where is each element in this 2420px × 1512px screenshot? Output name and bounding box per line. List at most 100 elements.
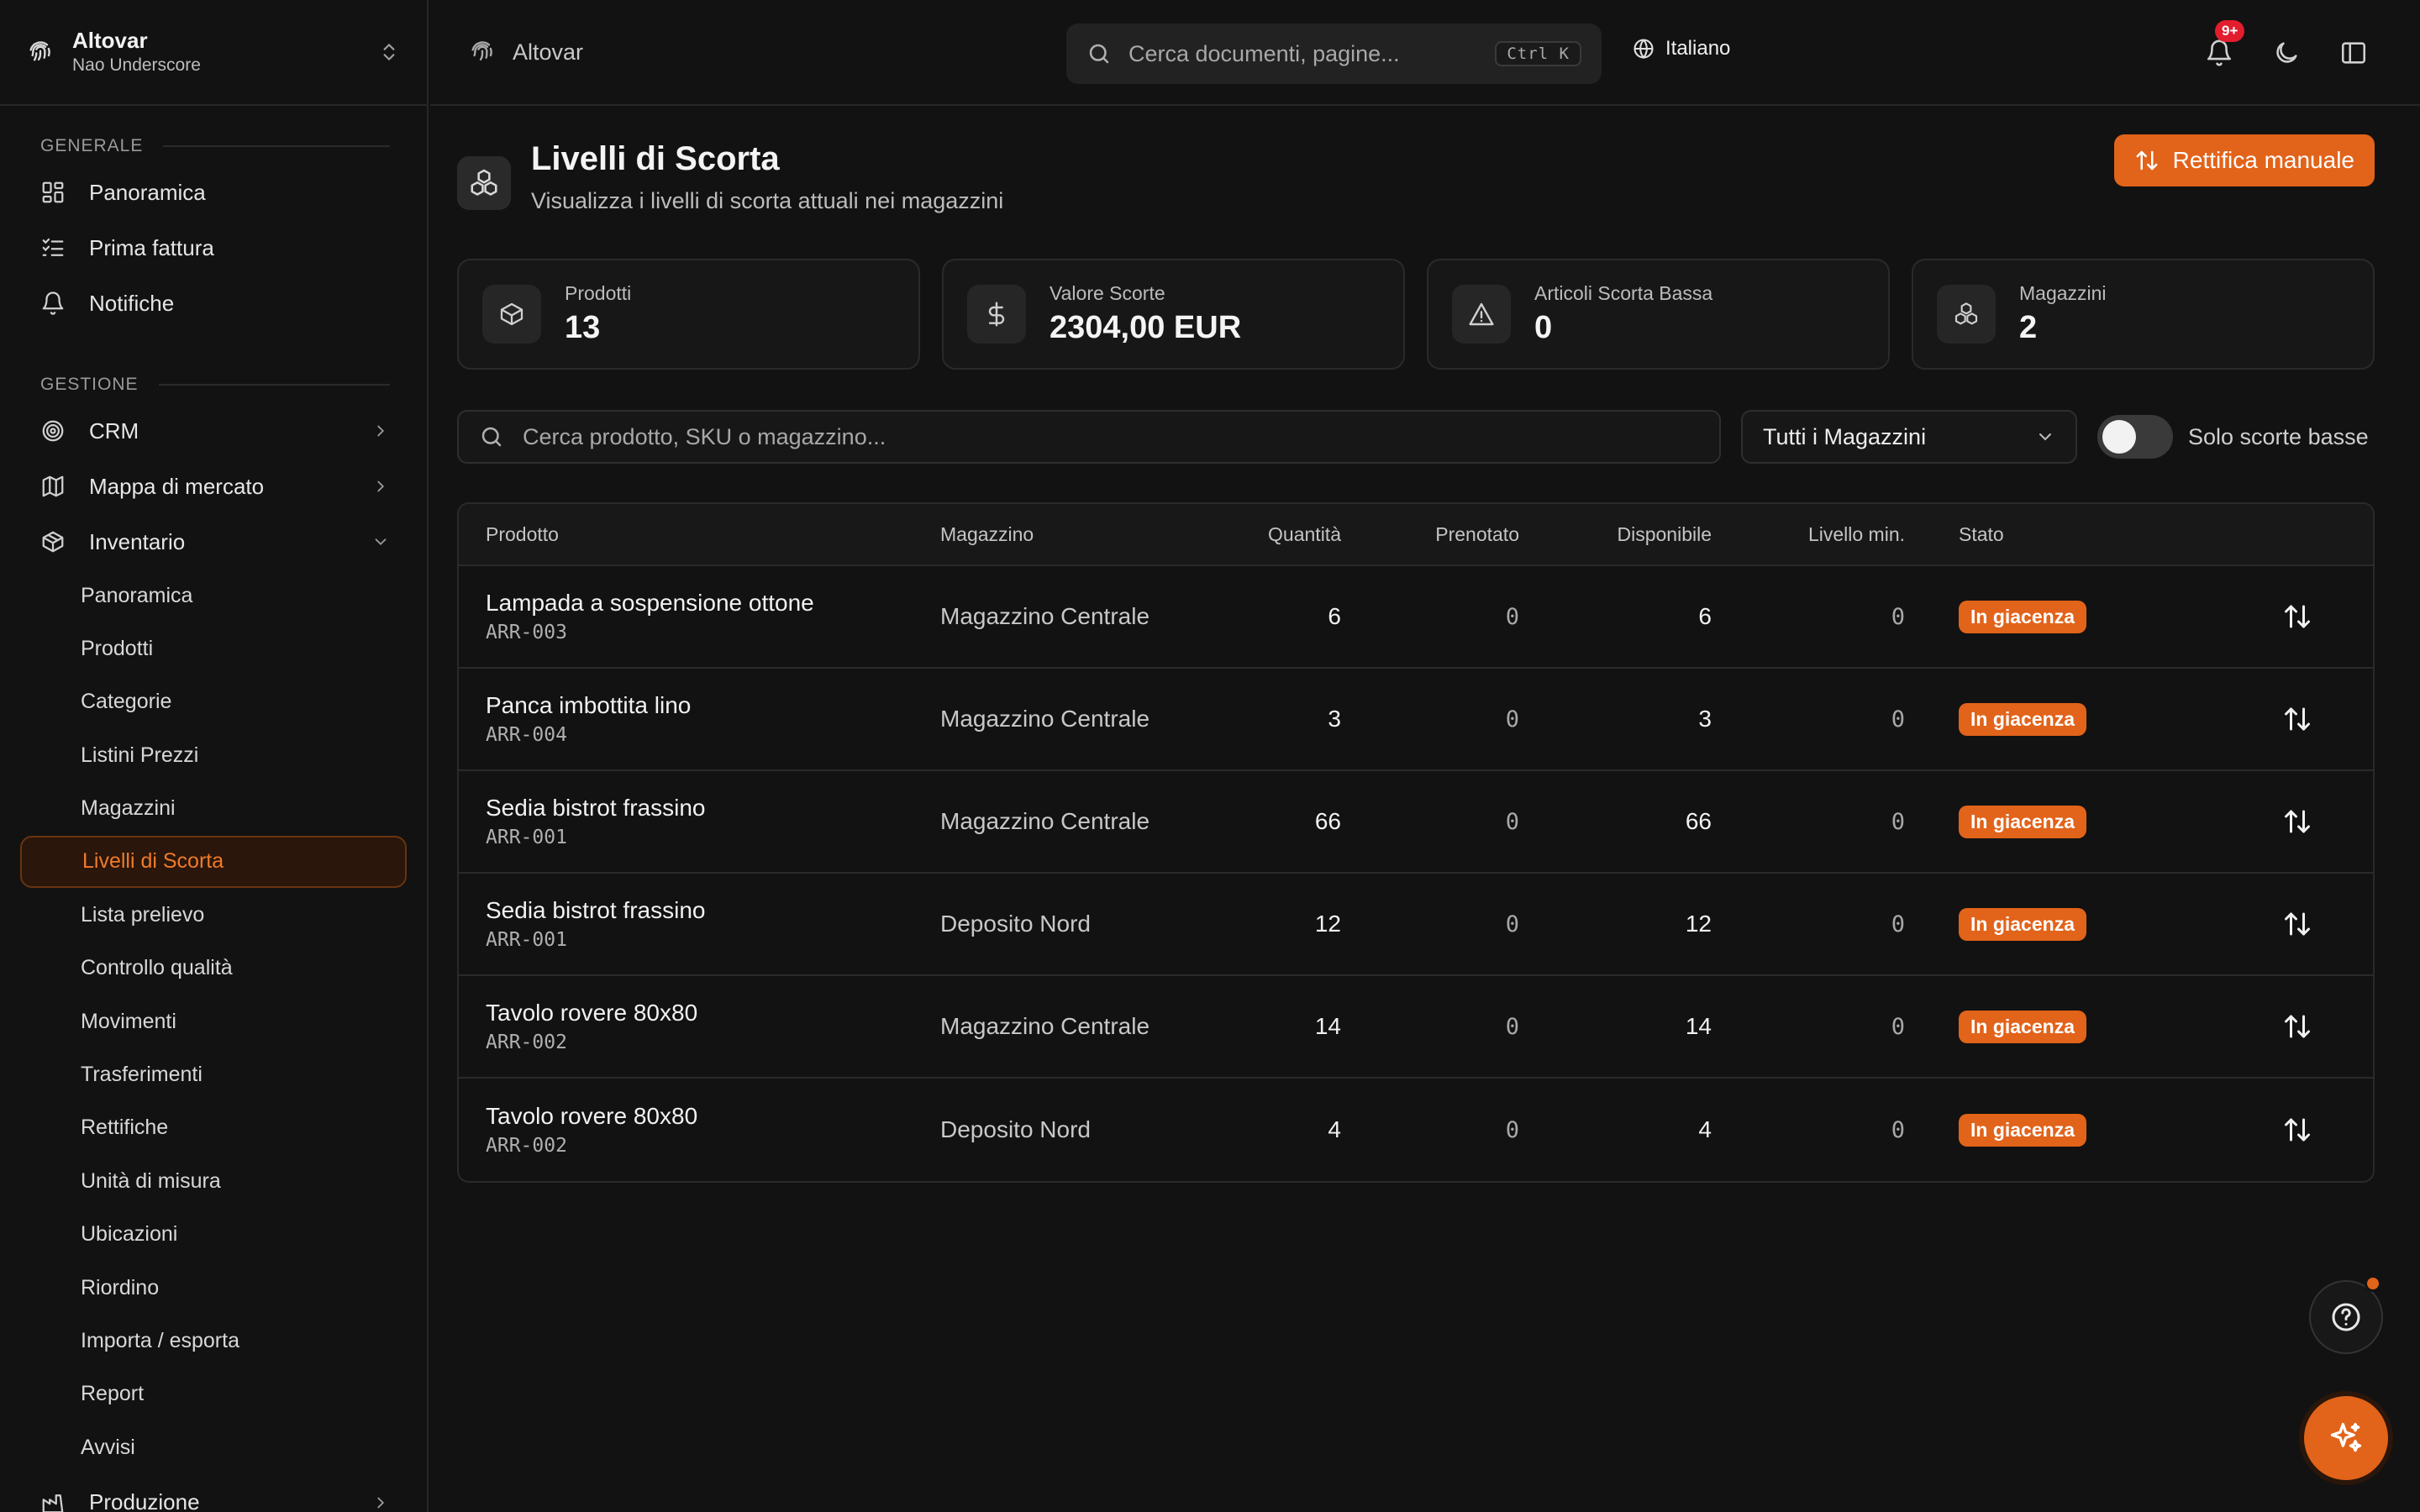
quantity: 14 <box>1314 1013 1341 1039</box>
moon-icon[interactable] <box>2272 39 2301 67</box>
notifications-bell-icon[interactable] <box>2205 39 2233 67</box>
sidebar-item-inventario[interactable]: Inventario <box>20 514 407 570</box>
available: 6 <box>1698 603 1712 629</box>
column-header-magazzino[interactable]: Magazzino <box>940 523 1226 546</box>
adjust-stock-icon[interactable] <box>2282 1115 2312 1145</box>
quantity: 3 <box>1328 706 1341 732</box>
warning-icon <box>1469 302 1494 326</box>
quantity: 6 <box>1328 603 1341 629</box>
column-header-quantita[interactable]: Quantità <box>1226 523 1341 546</box>
stats-row: Prodotti 13 Valore Scorte 2304,00 EUR Arti… <box>457 259 2375 370</box>
manual-adjustment-button[interactable]: Rettifica manuale <box>2113 134 2375 186</box>
arrows-up-down-icon <box>2136 150 2158 171</box>
package-icon <box>500 302 523 326</box>
sidebar-subitem-importa-esporta[interactable]: Importa / esporta <box>20 1315 407 1367</box>
page-header: Livelli di Scorta Visualizza i livelli d… <box>457 136 1003 214</box>
chevron-right-icon <box>377 425 385 437</box>
available: 3 <box>1698 706 1712 732</box>
stat-card-warehouses: Magazzini 2 <box>1912 259 2375 370</box>
product-name: Panca imbottita lino <box>486 692 692 718</box>
ai-assistant-button[interactable] <box>2304 1396 2388 1480</box>
quantity: 12 <box>1314 911 1341 937</box>
sidebar-item-prima-fattura[interactable]: Prima fattura <box>20 220 407 276</box>
table-row[interactable]: Lampada a sospensione ottone ARR-003 Maga… <box>459 566 2373 669</box>
warehouse-name: Magazzino Centrale <box>940 706 1150 732</box>
reserved: 0 <box>1505 808 1519 835</box>
product-sku: ARR-001 <box>486 929 567 951</box>
stock-search-input[interactable]: Cerca prodotto, SKU o magazzino... <box>457 410 1721 464</box>
sidebar-item-produzione[interactable]: Produzione <box>20 1475 407 1512</box>
column-header-livello-min[interactable]: Livello min. <box>1712 523 1905 546</box>
sidebar-subitem-report[interactable]: Report <box>20 1368 407 1420</box>
sidebar-subitem-trasferimenti[interactable]: Trasferimenti <box>20 1049 407 1101</box>
warehouse-name: Magazzino Centrale <box>940 1013 1150 1039</box>
sidebar-item-label: Inventario <box>89 528 186 554</box>
sidebar-subitem-listini-prezzi[interactable]: Listini Prezzi <box>20 729 407 781</box>
warehouse-name: Magazzino Centrale <box>940 808 1150 834</box>
sidebar-item-label: Produzione <box>89 1489 200 1512</box>
sidebar-subitem-magazzini[interactable]: Magazzini <box>20 783 407 835</box>
section-title: GESTIONE <box>40 375 139 394</box>
adjust-stock-icon[interactable] <box>2282 601 2312 632</box>
table-row[interactable]: Tavolo rovere 80x80 ARR-002 Deposito Nord… <box>459 1079 2373 1181</box>
table-row[interactable]: Sedia bistrot frassino ARR-001 Deposito N… <box>459 874 2373 976</box>
sidebar-subitem-unita-di-misura[interactable]: Unità di misura <box>20 1155 407 1207</box>
sidebar-subitem-livelli-di-scorta[interactable]: Livelli di Scorta <box>20 835 407 888</box>
column-header-prenotato[interactable]: Prenotato <box>1341 523 1519 546</box>
breadcrumb[interactable]: Altovar <box>513 39 583 66</box>
sidebar-item-mappa-di-mercato[interactable]: Mappa di mercato <box>20 459 407 514</box>
adjust-stock-icon[interactable] <box>2282 909 2312 939</box>
sidebar-subitem-avvisi[interactable]: Avvisi <box>20 1421 407 1473</box>
sidebar-subitem-riordino[interactable]: Riordino <box>20 1262 407 1314</box>
product-sku: ARR-001 <box>486 827 567 848</box>
sidebar-subitem-controllo-qualita[interactable]: Controllo qualità <box>20 942 407 995</box>
sidebar-item-label: Notifiche <box>89 290 175 316</box>
help-indicator-dot <box>2365 1275 2381 1292</box>
column-header-disponibile[interactable]: Disponibile <box>1519 523 1712 546</box>
workspace-name: Altovar <box>72 28 148 53</box>
column-header-prodotto[interactable]: Prodotto <box>459 523 940 546</box>
manual-adjustment-label: Rettifica manuale <box>2172 147 2354 173</box>
sidebar-item-panoramica[interactable]: Panoramica <box>20 165 407 220</box>
sidebar-item-crm[interactable]: CRM <box>20 403 407 459</box>
warehouse-select[interactable]: Tutti i Magazzini <box>1741 410 2077 464</box>
chevron-right-icon <box>377 480 385 492</box>
sidebar-subitem-ubicazioni[interactable]: Ubicazioni <box>20 1209 407 1261</box>
sidebar-subitem-panoramica[interactable]: Panoramica <box>20 570 407 622</box>
section-generale: GENERALE <box>20 128 407 165</box>
sidebar-subitem-movimenti[interactable]: Movimenti <box>20 995 407 1047</box>
stat-label: Valore Scorte <box>1050 282 1165 304</box>
stat-value: 2 <box>2019 310 2038 345</box>
sidebar-subitem-lista-prelievo[interactable]: Lista prelievo <box>20 889 407 941</box>
product-name: Tavolo rovere 80x80 <box>486 1000 698 1026</box>
sidebar-item-notifiche[interactable]: Notifiche <box>20 276 407 331</box>
adjust-stock-icon[interactable] <box>2282 704 2312 734</box>
target-icon <box>42 420 64 442</box>
status-badge: In giacenza <box>1959 805 2086 838</box>
adjust-stock-icon[interactable] <box>2282 806 2312 837</box>
workspace-switcher[interactable]: Altovar Nao Underscore <box>0 0 427 106</box>
page-icon <box>457 156 511 210</box>
table-row[interactable]: Sedia bistrot frassino ARR-001 Magazzino … <box>459 771 2373 874</box>
column-header-stato[interactable]: Stato <box>1905 523 2090 546</box>
status-badge: In giacenza <box>1959 1010 2086 1043</box>
low-stock-toggle[interactable] <box>2097 415 2173 459</box>
search-placeholder: Cerca prodotto, SKU o magazzino... <box>523 423 886 449</box>
fingerprint-icon <box>29 41 50 61</box>
sidebar-subitem-categorie[interactable]: Categorie <box>20 676 407 728</box>
chevron-right-icon <box>377 1497 385 1509</box>
sidebar-subitem-prodotti[interactable]: Prodotti <box>20 622 407 675</box>
section-title: GENERALE <box>40 136 144 155</box>
language-selector[interactable]: Italiano <box>1632 37 1730 60</box>
globe-icon <box>1634 39 1654 60</box>
table-row[interactable]: Panca imbottita lino ARR-004 Magazzino Ce… <box>459 669 2373 771</box>
sidebar-subitem-rettifiche[interactable]: Rettifiche <box>20 1102 407 1154</box>
shortcut-hint: Ctrl K <box>1495 41 1581 66</box>
table-row[interactable]: Tavolo rovere 80x80 ARR-002 Magazzino Cen… <box>459 976 2373 1079</box>
sidebar-toggle-icon[interactable] <box>2339 39 2368 67</box>
stat-label: Magazzini <box>2019 282 2107 304</box>
dashboard-icon <box>42 181 64 203</box>
adjust-stock-icon[interactable] <box>2282 1011 2312 1042</box>
reserved: 0 <box>1505 1116 1519 1143</box>
global-search-input[interactable]: Cerca documenti, pagine... Ctrl K <box>1066 24 1602 84</box>
